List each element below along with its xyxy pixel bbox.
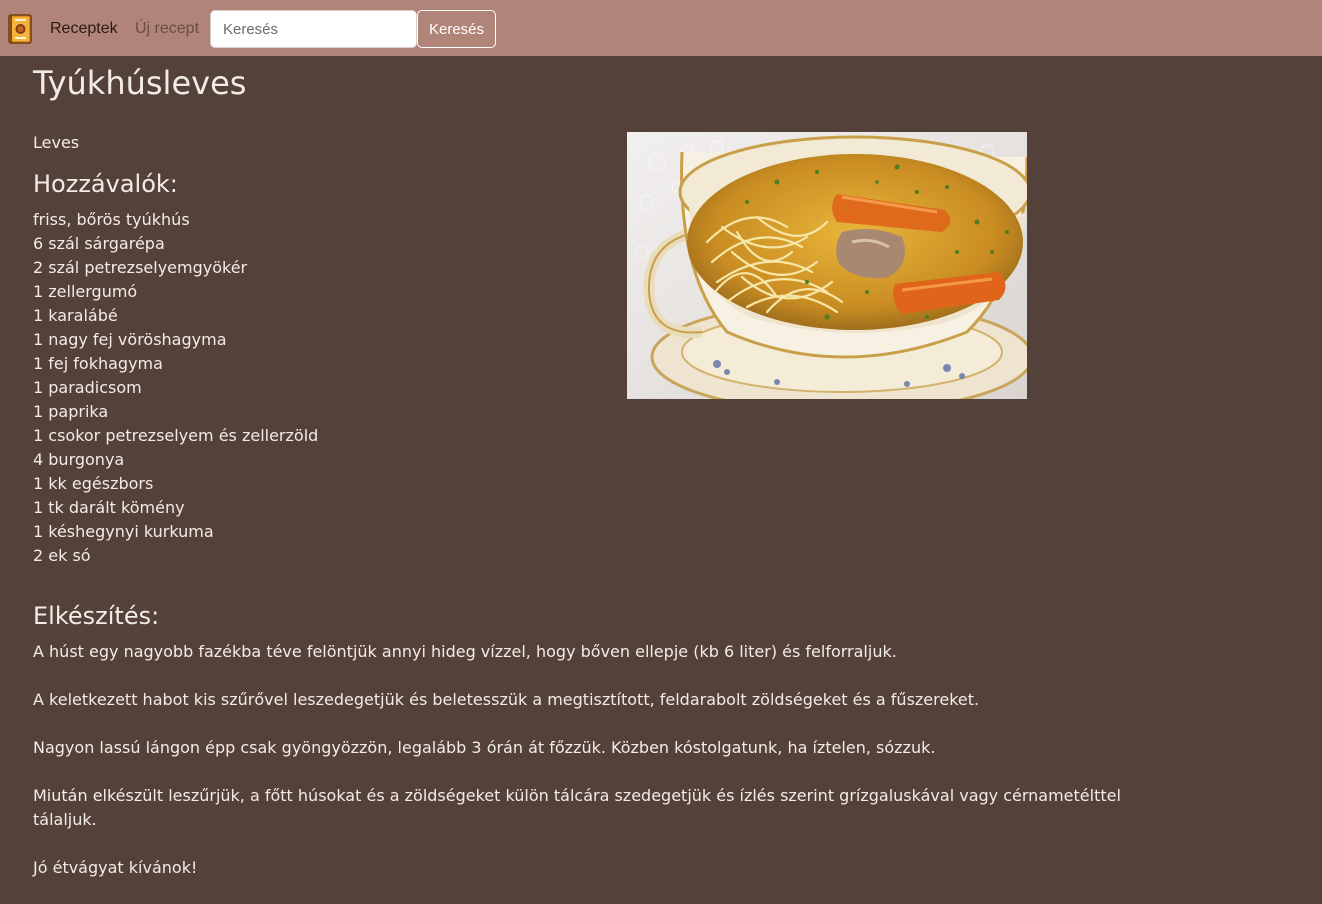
ingredient-item: 1 csokor petrezselyem és zellerzöld [33,426,319,445]
recipe-photo [627,132,1027,399]
search-input[interactable] [210,10,417,48]
preparation-paragraph: A keletkezett habot kis szűrővel leszede… [33,690,980,709]
ingredient-item: 4 burgonya [33,450,125,469]
ingredient-item: 1 karalábé [33,306,118,325]
ingredient-item: 1 nagy fej vöröshagyma [33,330,227,349]
preparation-paragraph: Jó étvágyat kívánok! [33,858,198,877]
cookbook-icon[interactable] [8,14,32,44]
preparation-paragraph: Miután elkészült leszűrjük, a főtt húsok… [33,786,1121,829]
recipe-title: Tyúkhúsleves [33,64,247,102]
ingredient-item: 1 paprika [33,402,109,421]
ingredient-item: 6 szál sárgarépa [33,234,165,253]
ingredient-item: 1 fej fokhagyma [33,354,163,373]
navbar: Receptek Új recept Keresés [0,0,1322,56]
ingredient-item: 2 ek só [33,546,91,565]
preparation-text: A húst egy nagyobb fazékba téve felöntjü… [33,640,1183,904]
ingredients-list: friss, bőrös tyúkhús 6 szál sárgarépa 2 … [33,208,318,568]
nav-link-new-recipe[interactable]: Új recept [135,19,199,39]
preparation-paragraph: A húst egy nagyobb fazékba téve felöntjü… [33,642,897,661]
search-button[interactable]: Keresés [417,10,496,48]
ingredient-item: friss, bőrös tyúkhús [33,210,190,229]
ingredient-item: 1 kk egészbors [33,474,154,493]
ingredients-heading: Hozzávalók: [33,170,178,198]
nav-link-recipes[interactable]: Receptek [50,19,118,39]
ingredient-item: 2 szál petrezselyemgyökér [33,258,248,277]
ingredient-item: 1 zellergumó [33,282,138,301]
preparation-heading: Elkészítés: [33,602,160,630]
ingredient-item: 1 tk darált kömény [33,498,185,517]
ingredient-item: 1 késhegynyi kurkuma [33,522,214,541]
recipe-category: Leves [33,133,80,152]
preparation-paragraph: Nagyon lassú lángon épp csak gyöngyözzön… [33,738,936,757]
ingredient-item: 1 paradicsom [33,378,142,397]
